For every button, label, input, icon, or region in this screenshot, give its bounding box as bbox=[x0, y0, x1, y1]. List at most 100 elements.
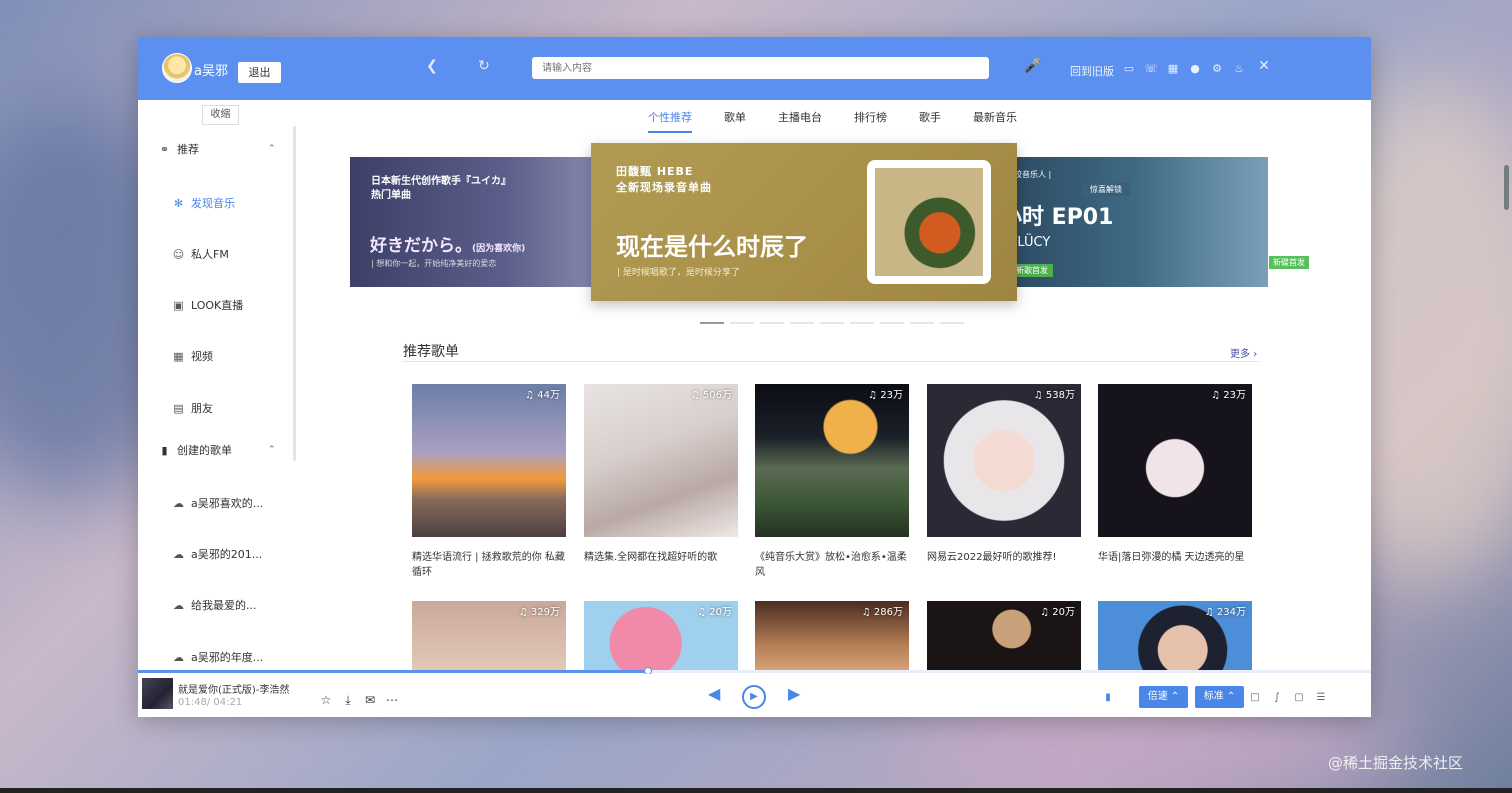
carousel-dot[interactable] bbox=[730, 322, 754, 324]
download-icon[interactable]: ⤓ bbox=[340, 692, 356, 708]
more-link[interactable]: 更多 › bbox=[1230, 345, 1257, 360]
playlist-card[interactable]: ♫ 20万 bbox=[927, 601, 1081, 671]
banner-slide-active[interactable]: 田馥甄 HEBE 全新现场录音单曲 现在是什么时辰了 | 是时候唱歌了，是时候分… bbox=[591, 143, 1017, 301]
playlist-cover[interactable]: ♫ 20万 bbox=[584, 601, 738, 671]
playlist-cover[interactable]: ♫ 23万 bbox=[1098, 384, 1252, 537]
logout-button[interactable]: 退出 bbox=[238, 62, 281, 83]
playlist-name[interactable]: 网易云2022最好听的歌推荐! bbox=[927, 550, 1081, 580]
playlist-queue-icon[interactable]: ☰ bbox=[1314, 691, 1328, 705]
desktop-icon[interactable]: ▭ bbox=[1122, 62, 1136, 76]
sidebar-item-label: 私人FM bbox=[191, 248, 229, 261]
grid-icon[interactable]: ▦ bbox=[1166, 62, 1180, 76]
device-icon[interactable]: ▮ bbox=[1101, 691, 1115, 705]
tab-charts[interactable]: 排行榜 bbox=[854, 109, 887, 133]
sidebar-item-video[interactable]: ▦ 视频 bbox=[172, 348, 213, 364]
tab-personal-recommend[interactable]: 个性推荐 bbox=[648, 109, 692, 133]
sidebar-item-discover-music[interactable]: ✻ 发现音乐 bbox=[172, 195, 235, 211]
playlist-card[interactable]: ♫ 20万 bbox=[584, 601, 738, 671]
sidebar-playlist-item[interactable]: ☁ a吴邪的201... bbox=[172, 546, 262, 562]
playlist-cover[interactable]: ♫ 234万 bbox=[1098, 601, 1252, 671]
sidebar-group-created-playlists[interactable]: ▮ 创建的歌单 ⌃ bbox=[158, 442, 275, 458]
playlist-cover[interactable]: ♫ 506万 bbox=[584, 384, 738, 537]
back-icon[interactable]: ❮ bbox=[424, 58, 440, 74]
carousel-dot[interactable] bbox=[880, 322, 904, 324]
playlist-cover[interactable]: ♫ 538万 bbox=[927, 384, 1081, 537]
banner-title-line: 热门单曲 bbox=[371, 190, 411, 201]
comment-icon[interactable]: ✉ bbox=[362, 692, 378, 708]
close-icon[interactable]: ✕ bbox=[1257, 59, 1271, 73]
carousel-dot[interactable] bbox=[760, 322, 784, 324]
sidebar-group-recommend[interactable]: ⚭ 推荐 ⌃ bbox=[158, 141, 276, 157]
next-icon[interactable]: ▶ bbox=[788, 684, 800, 703]
sidebar-item-friends[interactable]: ▤ 朋友 bbox=[172, 400, 213, 416]
play-button[interactable]: ▶ bbox=[742, 685, 766, 709]
banner-slide-right[interactable]: 黑胶音乐人 | 惊喜解锁 小时 EP01 度/LÜCY 新歌首发 bbox=[1006, 157, 1268, 287]
play-count: ♫ 234万 bbox=[1204, 607, 1246, 618]
tab-artists[interactable]: 歌手 bbox=[919, 109, 941, 133]
sidebar-playlist-item[interactable]: ☁ a吴邪的年度... bbox=[172, 649, 263, 665]
carousel-dot[interactable] bbox=[940, 322, 964, 324]
playlist-name[interactable]: 精选华语流行 | 拯救歌荒的你 私藏循环 bbox=[412, 550, 566, 580]
star-icon[interactable]: ☆ bbox=[318, 692, 334, 708]
microphone-icon[interactable]: 🎤 bbox=[1024, 58, 1041, 74]
search-input[interactable] bbox=[532, 57, 989, 79]
tab-new-music[interactable]: 最新音乐 bbox=[973, 109, 1017, 133]
speed-button[interactable]: 倍速 ⌃ bbox=[1139, 686, 1188, 708]
playlist-cover[interactable]: ♫ 20万 bbox=[927, 601, 1081, 671]
playlist-card[interactable]: ♫ 538万 网易云2022最好听的歌推荐! bbox=[927, 384, 1081, 580]
previous-icon[interactable]: ◀ bbox=[708, 684, 720, 703]
now-playing-title[interactable]: 就是爱你(正式版)-李浩然 bbox=[178, 681, 289, 696]
play-count-value: 44万 bbox=[537, 390, 560, 401]
username[interactable]: a吴邪 bbox=[194, 60, 228, 79]
sidebar-item-private-fm[interactable]: ☺ 私人FM bbox=[172, 246, 229, 262]
sound-effect-icon[interactable]: ∫ bbox=[1270, 691, 1284, 705]
quality-button[interactable]: 标准 ⌃ bbox=[1195, 686, 1244, 708]
playlist-card[interactable]: ♫ 23万 华语|落日弥漫的橘 天边透亮的星 bbox=[1098, 384, 1252, 580]
playlist-cover[interactable]: ♫ 44万 bbox=[412, 384, 566, 537]
playlist-cover[interactable]: ♫ 329万 bbox=[412, 601, 566, 671]
playback-progress-bar[interactable] bbox=[138, 667, 1371, 675]
playlist-name[interactable]: 《纯音乐大赏》放松•治愈系•温柔风 bbox=[755, 550, 909, 580]
playlist-card[interactable]: ♫ 23万 《纯音乐大赏》放松•治愈系•温柔风 bbox=[755, 384, 909, 580]
tab-playlists[interactable]: 歌单 bbox=[724, 109, 746, 133]
playlist-card[interactable]: ♫ 506万 精选集.全网都在找超好听的歌 bbox=[584, 384, 738, 580]
play-count-value: 538万 bbox=[1045, 390, 1075, 401]
bell-icon[interactable]: ♨ bbox=[1232, 62, 1246, 76]
chevron-up-icon[interactable]: ⌃ bbox=[268, 445, 276, 455]
playlist-name[interactable]: 精选集.全网都在找超好听的歌 bbox=[584, 550, 738, 580]
settings-icon[interactable]: ⚙ bbox=[1210, 62, 1224, 76]
carousel-dot[interactable] bbox=[910, 322, 934, 324]
more-icon[interactable]: ⋯ bbox=[384, 692, 400, 708]
playlist-card[interactable]: ♫ 286万 bbox=[755, 601, 909, 671]
playlist-cover[interactable]: ♫ 286万 bbox=[755, 601, 909, 671]
page-scrollbar[interactable] bbox=[1504, 165, 1509, 210]
carousel-dot[interactable] bbox=[820, 322, 844, 324]
chevron-up-icon[interactable]: ⌃ bbox=[268, 144, 276, 154]
playlist-card[interactable]: ♫ 329万 bbox=[412, 601, 566, 671]
sidebar-playlist-item[interactable]: ☁ a吴邪喜欢的... bbox=[172, 495, 263, 511]
skin-icon[interactable]: ● bbox=[1188, 62, 1202, 76]
playlist-card[interactable]: ♫ 44万 精选华语流行 | 拯救歌荒的你 私藏循环 bbox=[412, 384, 566, 580]
now-playing-cover[interactable] bbox=[142, 678, 173, 709]
playlist-name[interactable]: 华语|落日弥漫的橘 天边透亮的星 bbox=[1098, 550, 1252, 580]
carousel-dot[interactable] bbox=[700, 322, 724, 324]
back-to-old-version-link[interactable]: 回到旧版 bbox=[1070, 63, 1114, 79]
playlist-cover[interactable]: ♫ 23万 bbox=[755, 384, 909, 537]
lyrics-icon[interactable]: □ bbox=[1248, 691, 1262, 705]
collapse-button[interactable]: 收缩 bbox=[202, 105, 239, 125]
sidebar-playlist-item[interactable]: ☁ 给我最爱的... bbox=[172, 597, 257, 613]
new-song-badge: 新歌首发 bbox=[1011, 264, 1053, 277]
avatar[interactable] bbox=[162, 53, 192, 83]
now-playing-time: 01:48/ 04:21 bbox=[178, 697, 243, 708]
banner-slide-left[interactable]: 日本新生代创作歌手『ユイカ』 热门单曲 好きだから。(因为喜欢你) | 想和你一… bbox=[350, 157, 608, 287]
sidebar-item-look-live[interactable]: ▣ LOOK直播 bbox=[172, 297, 243, 313]
playlist-card[interactable]: ♫ 234万 bbox=[1098, 601, 1252, 671]
share-icon[interactable]: ▢ bbox=[1292, 691, 1306, 705]
refresh-icon[interactable]: ↻ bbox=[476, 58, 492, 74]
sidebar-item-label: 给我最爱的... bbox=[191, 599, 257, 612]
sidebar-scrollbar[interactable] bbox=[293, 126, 296, 461]
tab-radio[interactable]: 主播电台 bbox=[778, 109, 822, 133]
carousel-dot[interactable] bbox=[790, 322, 814, 324]
phone-icon[interactable]: ☏ bbox=[1144, 62, 1158, 76]
carousel-dot[interactable] bbox=[850, 322, 874, 324]
